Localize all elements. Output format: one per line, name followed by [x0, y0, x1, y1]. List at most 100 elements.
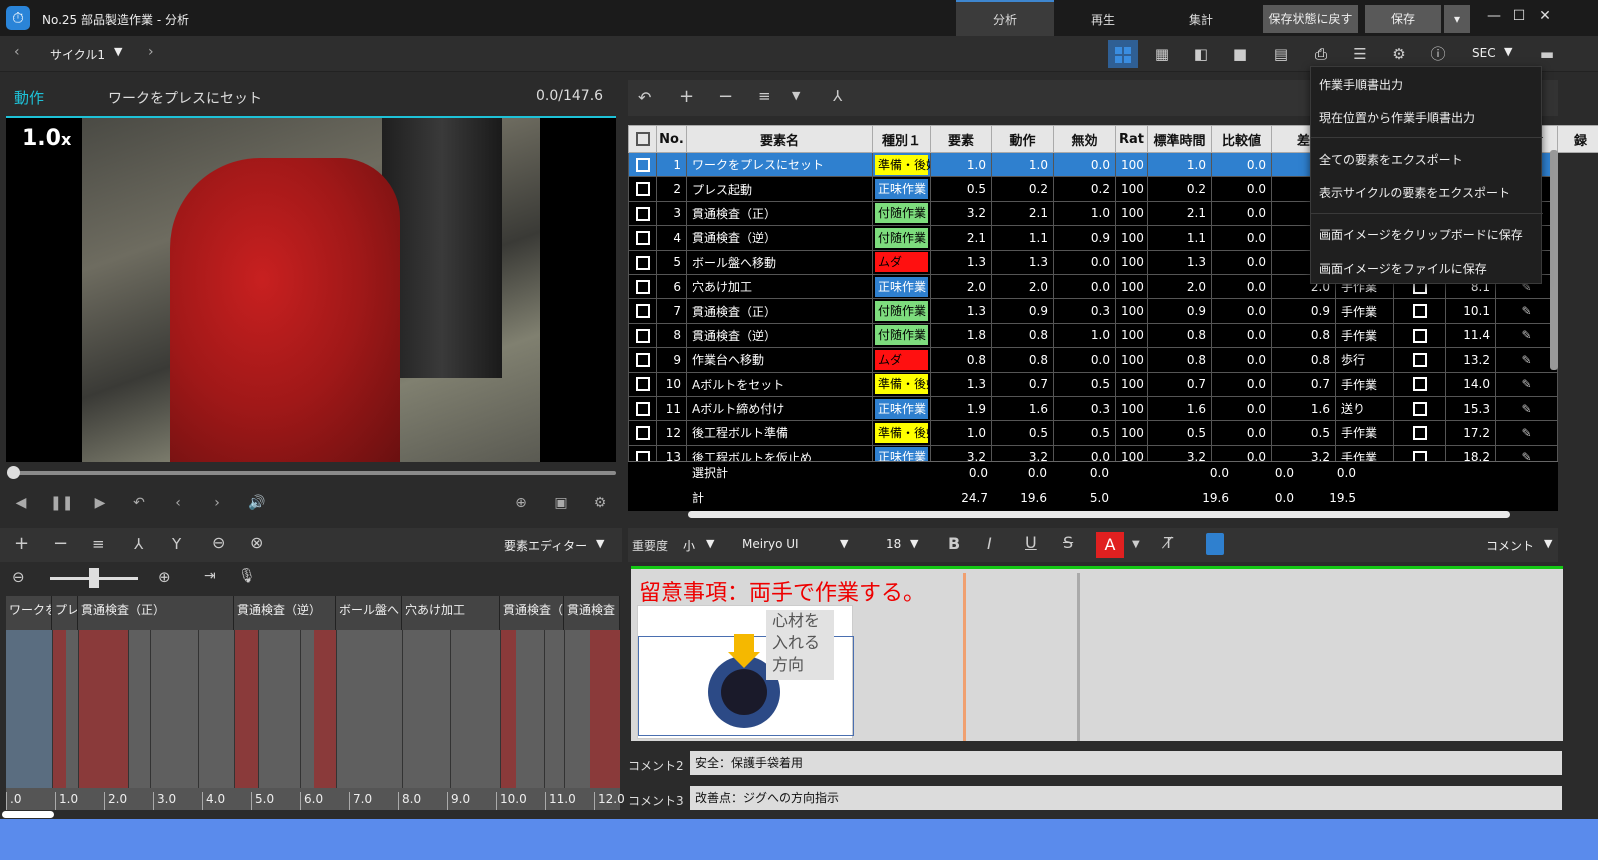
font-name-select[interactable]: Meiryo UI	[742, 537, 799, 551]
row-checkbox[interactable]	[628, 151, 657, 178]
cell-cmp[interactable]: 0.0	[1211, 395, 1272, 422]
timeline-element-label[interactable]: ボール盤へ	[336, 596, 402, 630]
row-number[interactable]: 9	[656, 347, 687, 373]
edit-pencil-icon[interactable]: ✎	[1495, 298, 1558, 324]
cell-std[interactable]: 0.8	[1147, 322, 1212, 349]
row-flag-checkbox[interactable]	[1393, 298, 1446, 324]
layout-single-icon[interactable]: ■	[1225, 40, 1255, 68]
element-type[interactable]: 準備・後始末	[872, 420, 931, 446]
element-name[interactable]: 穴あけ加工	[686, 273, 873, 300]
cycle-dropdown-icon[interactable]: ▼	[114, 45, 122, 58]
document-icon[interactable]	[1206, 533, 1224, 555]
remove-icon[interactable]: −	[718, 86, 733, 107]
row-flag-checkbox[interactable]	[1393, 347, 1446, 373]
timeline-element-label[interactable]: 穴あけ加工	[402, 596, 500, 630]
cell-diff[interactable]: 0.8	[1271, 322, 1336, 349]
edit-pencil-icon[interactable]: ✎	[1495, 395, 1558, 422]
cell-elem[interactable]: 3.2	[930, 200, 992, 227]
timeline-segment[interactable]	[500, 630, 516, 788]
element-name[interactable]: 後工程ボルト準備	[686, 420, 873, 446]
menu-item-copy-image[interactable]: 画面イメージをクリップボードに保存	[1319, 226, 1523, 243]
table-row[interactable]: 9 作業台へ移動 ムダ 0.8 0.8 0.0 100 0.8 0.0 0.8 歩行 13.2 ✎	[628, 347, 1598, 373]
cell-elem[interactable]: 0.8	[930, 347, 992, 373]
undo-icon[interactable]: ↶	[638, 88, 651, 107]
timeline-element-label[interactable]: 貫通検査（逆）	[234, 596, 336, 630]
row-number[interactable]: 5	[656, 249, 687, 275]
menu-item-print-procedure[interactable]: 作業手順書出力	[1319, 76, 1403, 93]
next-cycle-icon[interactable]: ›	[148, 44, 154, 60]
table-row[interactable]: 11 Aボルト締め付け 正味作業 1.9 1.6 0.3 100 1.6 0.0 1.6 送り 15.…	[628, 395, 1598, 422]
list-icon[interactable]: ≡	[758, 87, 771, 105]
font-color-dropdown-icon[interactable]: ▼	[1132, 539, 1140, 550]
row-number[interactable]: 10	[656, 371, 687, 397]
cell-cumulative[interactable]: 15.3	[1445, 395, 1496, 422]
timeline-element-label[interactable]: 貫通検査（	[500, 596, 564, 630]
element-name[interactable]: ワークをプレスにセット	[686, 151, 873, 178]
folder-icon[interactable]: ▬	[1532, 40, 1562, 68]
cell-std[interactable]: 0.7	[1147, 371, 1212, 397]
cell-rat[interactable]: 100	[1115, 420, 1148, 446]
cell-kind[interactable]: 手作業	[1335, 298, 1394, 324]
timeline-segment[interactable]	[314, 630, 336, 788]
strikethrough-icon[interactable]: S	[1063, 533, 1073, 552]
element-name[interactable]: 貫通検査（正）	[686, 200, 873, 227]
cell-std[interactable]: 0.5	[1147, 420, 1212, 446]
bold-icon[interactable]: B	[948, 534, 960, 553]
comment3-field[interactable]: 改善点：ジグへの方向指示	[690, 786, 1562, 810]
editor-dropdown-icon[interactable]: ▼	[596, 537, 604, 550]
cell-diff[interactable]: 0.7	[1271, 371, 1336, 397]
cell-elem[interactable]: 1.3	[930, 298, 992, 324]
row-checkbox[interactable]	[628, 322, 657, 349]
cell-motion[interactable]: 0.8	[991, 347, 1054, 373]
element-type[interactable]: 準備・後始末	[872, 371, 931, 397]
element-name[interactable]: 貫通検査（正）	[686, 298, 873, 324]
gear-icon[interactable]: ⚙	[1384, 40, 1414, 68]
row-flag-checkbox[interactable]	[1393, 322, 1446, 349]
edit-pencil-icon[interactable]: ✎	[1495, 420, 1558, 446]
col-header[interactable]: 比較値	[1211, 125, 1272, 153]
cell-invalid[interactable]: 0.0	[1053, 249, 1116, 275]
row-checkbox[interactable]	[628, 225, 657, 251]
element-type[interactable]: ムダ	[872, 249, 931, 275]
timeline-segment[interactable]	[590, 630, 620, 788]
cell-diff[interactable]: 0.8	[1271, 347, 1336, 373]
cell-kind[interactable]: 送り	[1335, 395, 1394, 422]
next-frame-icon[interactable]: ›	[206, 492, 228, 514]
cell-rat[interactable]: 100	[1115, 322, 1148, 349]
cell-kind[interactable]: 手作業	[1335, 371, 1394, 397]
element-type[interactable]: 正味作業	[872, 176, 931, 202]
col-header[interactable]: 要素	[930, 125, 992, 153]
cell-motion[interactable]: 2.0	[991, 273, 1054, 300]
cell-invalid[interactable]: 0.9	[1053, 225, 1116, 251]
menu-item-export-all[interactable]: 全ての要素をエクスポート	[1319, 151, 1463, 168]
minus-circle-icon[interactable]: ⊖	[212, 533, 225, 552]
zoom-slider-handle[interactable]	[89, 568, 99, 588]
cell-cmp[interactable]: 0.0	[1211, 225, 1272, 251]
table-row[interactable]: 10Aボルトをセット準備・後始末1.30.70.51000.70.00.7手作業…	[628, 371, 1598, 397]
cell-std[interactable]: 1.0	[1147, 151, 1212, 178]
note-diagram[interactable]: 心材を 入れる 方向	[637, 605, 854, 739]
cell-diff[interactable]: 0.9	[1271, 298, 1336, 324]
layout-three-icon[interactable]: ◧	[1186, 40, 1216, 68]
row-checkbox[interactable]	[628, 420, 657, 446]
cell-rat[interactable]: 100	[1115, 151, 1148, 178]
cell-rat[interactable]: 100	[1115, 371, 1148, 397]
cell-cmp[interactable]: 0.0	[1211, 371, 1272, 397]
list-icon[interactable]: ≡	[92, 535, 105, 553]
cell-elem[interactable]: 1.0	[930, 420, 992, 446]
row-checkbox[interactable]	[628, 176, 657, 202]
cell-invalid[interactable]: 1.0	[1053, 200, 1116, 227]
element-name[interactable]: ボール盤へ移動	[686, 249, 873, 275]
list-dropdown-icon[interactable]: ▼	[792, 89, 800, 102]
step-back-icon[interactable]: ◀	[10, 492, 32, 514]
comment-view-select[interactable]: コメント	[1486, 537, 1534, 554]
comment-view-dropdown-icon[interactable]: ▼	[1544, 537, 1552, 550]
element-type[interactable]: 正味作業	[872, 273, 931, 300]
element-name[interactable]: 貫通検査（逆）	[686, 322, 873, 349]
cell-rat[interactable]: 100	[1115, 200, 1148, 227]
cell-elem[interactable]: 0.5	[930, 176, 992, 202]
element-name[interactable]: Aボルト締め付け	[686, 395, 873, 422]
cell-std[interactable]: 1.6	[1147, 395, 1212, 422]
cell-std[interactable]: 0.2	[1147, 176, 1212, 202]
cell-cmp[interactable]: 0.0	[1211, 347, 1272, 373]
